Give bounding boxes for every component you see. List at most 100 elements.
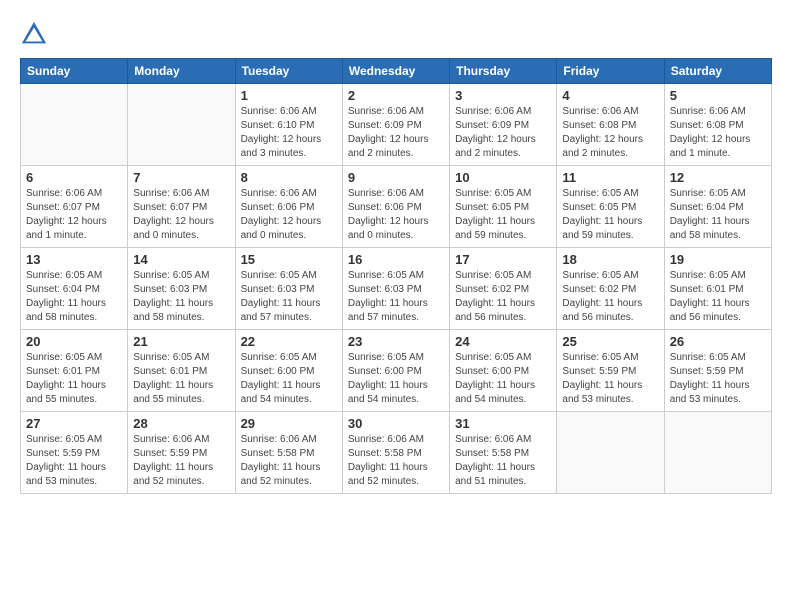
day-number: 13 [26,252,122,267]
calendar-header-tuesday: Tuesday [235,59,342,84]
calendar-cell: 15 Sunrise: 6:05 AMSunset: 6:03 PMDayligh… [235,248,342,330]
calendar-cell [21,84,128,166]
day-number: 16 [348,252,444,267]
calendar-week-row: 20Sunrise: 6:05 AMSunset: 6:01 PMDayligh… [21,330,772,412]
day-info: Sunrise: 6:05 AMSunset: 6:03 PMDaylight:… [241,269,337,325]
day-info: Sunrise: 6:06 AMSunset: 5:59 PMDaylight:… [133,433,229,489]
calendar-header-wednesday: Wednesday [342,59,449,84]
day-info: Sunrise: 6:06 AMSunset: 5:58 PMDaylight:… [455,433,551,489]
day-number: 17 [455,252,551,267]
calendar-cell: 8 Sunrise: 6:06 AMSunset: 6:06 PMDaylight… [235,166,342,248]
day-number: 23 [348,334,444,349]
calendar-cell: 6Sunrise: 6:06 AMSunset: 6:07 PMDaylight… [21,166,128,248]
calendar-cell: 30 Sunrise: 6:06 AMSunset: 5:58 PMDayligh… [342,412,449,494]
day-info: Sunrise: 6:05 AMSunset: 6:01 PMDaylight:… [26,351,122,407]
calendar-cell: 21 Sunrise: 6:05 AMSunset: 6:01 PMDayligh… [128,330,235,412]
day-info: Sunrise: 6:06 AMSunset: 5:58 PMDaylight:… [348,433,444,489]
day-number: 2 [348,88,444,103]
calendar-cell: 9Sunrise: 6:06 AMSunset: 6:06 PMDaylight… [342,166,449,248]
calendar-cell: 5 Sunrise: 6:06 AMSunset: 6:08 PMDaylight… [664,84,771,166]
calendar-cell: 16Sunrise: 6:05 AMSunset: 6:03 PMDayligh… [342,248,449,330]
calendar-cell: 3 Sunrise: 6:06 AMSunset: 6:09 PMDaylight… [450,84,557,166]
day-info: Sunrise: 6:06 AMSunset: 6:06 PMDaylight:… [241,187,337,243]
day-number: 31 [455,416,551,431]
logo [20,20,52,48]
calendar-cell [128,84,235,166]
calendar-cell: 2 Sunrise: 6:06 AMSunset: 6:09 PMDaylight… [342,84,449,166]
day-info: Sunrise: 6:05 AMSunset: 6:00 PMDaylight:… [241,351,337,407]
day-number: 26 [670,334,766,349]
day-info: Sunrise: 6:05 AMSunset: 6:04 PMDaylight:… [670,187,766,243]
day-info: Sunrise: 6:05 AMSunset: 6:05 PMDaylight:… [562,187,658,243]
day-info: Sunrise: 6:06 AMSunset: 6:09 PMDaylight:… [348,105,444,161]
day-info: Sunrise: 6:05 AMSunset: 5:59 PMDaylight:… [26,433,122,489]
day-number: 24 [455,334,551,349]
calendar-cell [664,412,771,494]
day-number: 15 [241,252,337,267]
page-header [20,20,772,48]
calendar-cell: 26 Sunrise: 6:05 AMSunset: 5:59 PMDayligh… [664,330,771,412]
day-info: Sunrise: 6:06 AMSunset: 6:10 PMDaylight:… [241,105,337,161]
day-number: 11 [562,170,658,185]
day-number: 4 [562,88,658,103]
day-number: 22 [241,334,337,349]
calendar-header-saturday: Saturday [664,59,771,84]
day-info: Sunrise: 6:06 AMSunset: 6:08 PMDaylight:… [562,105,658,161]
calendar-header-monday: Monday [128,59,235,84]
day-info: Sunrise: 6:05 AMSunset: 5:59 PMDaylight:… [670,351,766,407]
calendar-header-row: SundayMondayTuesdayWednesdayThursdayFrid… [21,59,772,84]
calendar-week-row: 6Sunrise: 6:06 AMSunset: 6:07 PMDaylight… [21,166,772,248]
day-number: 8 [241,170,337,185]
day-number: 25 [562,334,658,349]
day-info: Sunrise: 6:06 AMSunset: 6:09 PMDaylight:… [455,105,551,161]
day-number: 29 [241,416,337,431]
day-number: 27 [26,416,122,431]
calendar-cell: 25 Sunrise: 6:05 AMSunset: 5:59 PMDayligh… [557,330,664,412]
calendar-cell [557,412,664,494]
day-info: Sunrise: 6:05 AMSunset: 6:01 PMDaylight:… [133,351,229,407]
calendar-cell: 22 Sunrise: 6:05 AMSunset: 6:00 PMDayligh… [235,330,342,412]
calendar-week-row: 13 Sunrise: 6:05 AMSunset: 6:04 PMDayligh… [21,248,772,330]
day-info: Sunrise: 6:05 AMSunset: 6:03 PMDaylight:… [133,269,229,325]
day-info: Sunrise: 6:06 AMSunset: 5:58 PMDaylight:… [241,433,337,489]
day-number: 30 [348,416,444,431]
day-info: Sunrise: 6:05 AMSunset: 5:59 PMDaylight:… [562,351,658,407]
day-number: 7 [133,170,229,185]
calendar-cell: 29 Sunrise: 6:06 AMSunset: 5:58 PMDayligh… [235,412,342,494]
day-info: Sunrise: 6:05 AMSunset: 6:01 PMDaylight:… [670,269,766,325]
calendar-cell: 14 Sunrise: 6:05 AMSunset: 6:03 PMDayligh… [128,248,235,330]
calendar-week-row: 27 Sunrise: 6:05 AMSunset: 5:59 PMDayligh… [21,412,772,494]
day-number: 1 [241,88,337,103]
calendar-cell: 13 Sunrise: 6:05 AMSunset: 6:04 PMDayligh… [21,248,128,330]
day-number: 18 [562,252,658,267]
calendar-cell: 7 Sunrise: 6:06 AMSunset: 6:07 PMDaylight… [128,166,235,248]
calendar-cell: 28 Sunrise: 6:06 AMSunset: 5:59 PMDayligh… [128,412,235,494]
day-number: 28 [133,416,229,431]
calendar-cell: 23 Sunrise: 6:05 AMSunset: 6:00 PMDayligh… [342,330,449,412]
day-info: Sunrise: 6:05 AMSunset: 6:02 PMDaylight:… [562,269,658,325]
day-number: 14 [133,252,229,267]
day-number: 5 [670,88,766,103]
day-number: 3 [455,88,551,103]
calendar-cell: 17 Sunrise: 6:05 AMSunset: 6:02 PMDayligh… [450,248,557,330]
day-info: Sunrise: 6:06 AMSunset: 6:08 PMDaylight:… [670,105,766,161]
day-info: Sunrise: 6:05 AMSunset: 6:02 PMDaylight:… [455,269,551,325]
calendar-cell: 10Sunrise: 6:05 AMSunset: 6:05 PMDayligh… [450,166,557,248]
day-info: Sunrise: 6:06 AMSunset: 6:07 PMDaylight:… [26,187,122,243]
calendar-cell: 12Sunrise: 6:05 AMSunset: 6:04 PMDayligh… [664,166,771,248]
day-number: 21 [133,334,229,349]
calendar-cell: 24Sunrise: 6:05 AMSunset: 6:00 PMDayligh… [450,330,557,412]
calendar-cell: 4 Sunrise: 6:06 AMSunset: 6:08 PMDaylight… [557,84,664,166]
calendar-cell: 19Sunrise: 6:05 AMSunset: 6:01 PMDayligh… [664,248,771,330]
day-info: Sunrise: 6:05 AMSunset: 6:00 PMDaylight:… [348,351,444,407]
calendar-table: SundayMondayTuesdayWednesdayThursdayFrid… [20,58,772,494]
calendar-cell: 20Sunrise: 6:05 AMSunset: 6:01 PMDayligh… [21,330,128,412]
day-info: Sunrise: 6:05 AMSunset: 6:04 PMDaylight:… [26,269,122,325]
calendar-week-row: 1 Sunrise: 6:06 AMSunset: 6:10 PMDaylight… [21,84,772,166]
calendar-header-friday: Friday [557,59,664,84]
day-number: 9 [348,170,444,185]
logo-icon [20,20,48,48]
day-info: Sunrise: 6:06 AMSunset: 6:07 PMDaylight:… [133,187,229,243]
day-info: Sunrise: 6:05 AMSunset: 6:05 PMDaylight:… [455,187,551,243]
calendar-cell: 31 Sunrise: 6:06 AMSunset: 5:58 PMDayligh… [450,412,557,494]
